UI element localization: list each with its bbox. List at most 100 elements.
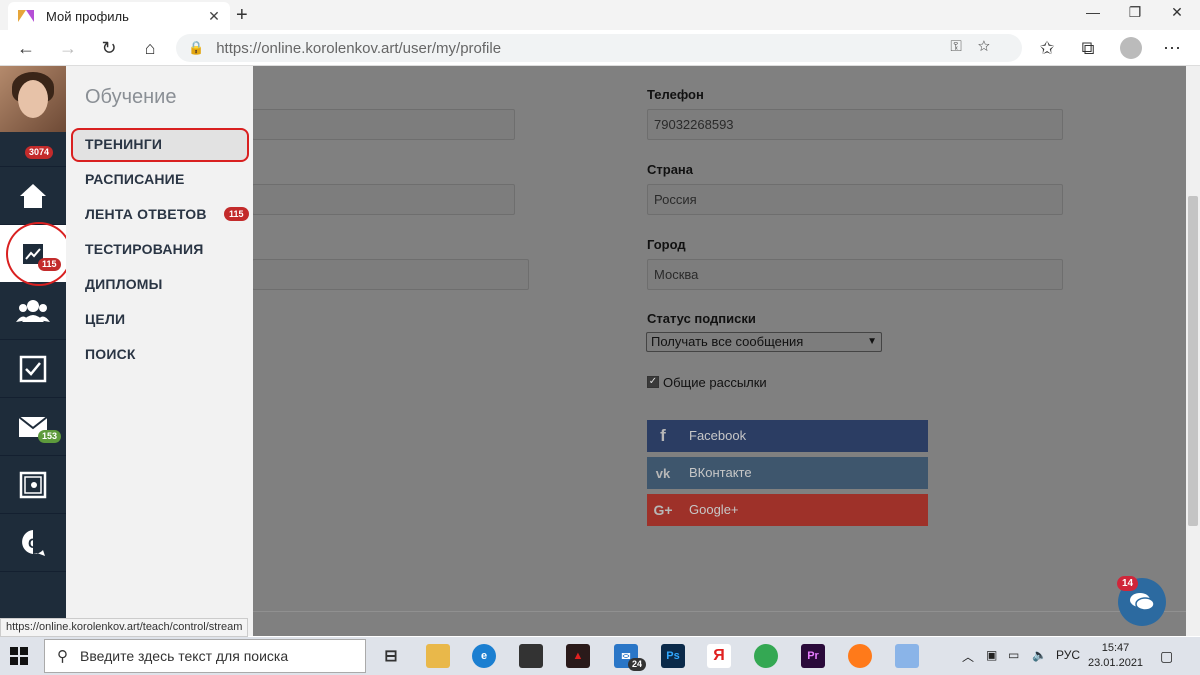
menu-item-testing[interactable]: ТЕСТИРОВАНИЯ	[85, 241, 203, 257]
reload-button[interactable]: ↻	[95, 36, 123, 60]
taskbar-search[interactable]: ⚲ Введите здесь текст для поиска	[44, 639, 366, 673]
form-field-2[interactable]	[252, 184, 515, 215]
volume-icon[interactable]: 🔈	[1032, 648, 1047, 662]
city-field[interactable]: Москва	[647, 259, 1063, 290]
game-app-icon[interactable]: ▲	[566, 644, 590, 668]
home-button[interactable]: ⌂	[136, 36, 164, 60]
home-icon	[20, 183, 46, 208]
favorite-star-icon: ☆	[977, 38, 1006, 55]
minimize-button[interactable]: —	[1070, 4, 1116, 20]
taskbar-clock[interactable]: 15:47 23.01.2021	[1088, 641, 1143, 671]
menu-item-diplomas[interactable]: ДИПЛОМЫ	[85, 276, 163, 292]
menu-item-trainings[interactable]: ТРЕНИНГИ	[85, 136, 162, 152]
back-button[interactable]: ←	[12, 36, 40, 60]
yandex-icon[interactable]: Я	[707, 644, 731, 668]
tab-title: Мой профиль	[46, 8, 129, 24]
firefox-icon[interactable]	[848, 644, 872, 668]
menu-item-answers-feed[interactable]: ЛЕНТА ОТВЕТОВ	[85, 206, 207, 222]
task-view-icon[interactable]: ⊟	[379, 644, 403, 668]
edge-icon[interactable]: e	[472, 644, 496, 668]
home-nav[interactable]	[0, 167, 66, 224]
menu-item-goals[interactable]: ЦЕЛИ	[85, 311, 125, 327]
user-avatar[interactable]	[0, 66, 66, 132]
form-field-3[interactable]	[252, 259, 529, 290]
start-button[interactable]	[10, 647, 28, 665]
browser-navbar: ← → ↻ ⌂ 🔒 https://online.korolenkov.art/…	[0, 30, 1200, 66]
tray-chevron-icon[interactable]: ︿	[962, 648, 974, 665]
page-content: Телефон 79032268593 Страна Россия Город …	[0, 66, 1186, 636]
key-icon: ⚿	[950, 38, 978, 55]
notifications-icon[interactable]: ▢	[1160, 648, 1173, 665]
phone-label: Телефон	[647, 87, 704, 102]
url-text: https://online.korolenkov.art/user/my/pr…	[216, 39, 502, 57]
support-nav[interactable]: C	[0, 514, 66, 571]
lock-icon: 🔒	[188, 40, 205, 55]
form-field-1[interactable]	[252, 109, 515, 140]
search-icon: ⚲	[57, 648, 68, 665]
icon-sidebar: 3074 115 153 C	[0, 66, 72, 636]
subscription-label: Статус подписки	[647, 311, 756, 326]
facebook-icon: f	[660, 426, 666, 445]
menu-item-schedule[interactable]: РАСПИСАНИЕ	[85, 171, 185, 187]
chat-widget-button[interactable]: 14	[1117, 576, 1166, 626]
favorites-icon[interactable]: ✩	[1033, 36, 1061, 60]
chat-c-icon: C	[22, 529, 45, 556]
submenu-heading: Обучение	[85, 86, 177, 108]
divider	[253, 611, 1186, 612]
google-plus-icon: G+	[653, 502, 673, 518]
newsletter-label: Общие рассылки	[663, 375, 767, 390]
browser-titlebar: Мой профиль ✕ + — ❐ ✕	[0, 0, 1200, 30]
store-icon[interactable]	[519, 644, 543, 668]
close-window-button[interactable]: ✕	[1154, 4, 1200, 21]
chat-badge: 14	[1117, 576, 1139, 591]
collections-icon[interactable]: ⧉	[1074, 36, 1102, 60]
page-scrollbar[interactable]	[1186, 66, 1200, 636]
address-bar[interactable]: 🔒 https://online.korolenkov.art/user/my/…	[176, 34, 1022, 62]
checkbox-icon	[19, 355, 47, 382]
battery-icon[interactable]: ▭	[1008, 648, 1019, 662]
users-nav[interactable]	[0, 282, 66, 339]
forward-button[interactable]: →	[54, 36, 82, 60]
svg-text:C: C	[28, 535, 38, 551]
status-url: https://online.korolenkov.art/teach/cont…	[0, 618, 249, 637]
tasks-nav[interactable]	[0, 340, 66, 397]
safe-nav[interactable]	[0, 456, 66, 513]
safe-icon	[19, 471, 47, 498]
windows-taskbar: ⚲ Введите здесь текст для поиска ⊟ e ▲ ✉…	[0, 637, 1200, 675]
city-label: Город	[647, 237, 686, 252]
notifications-badge: 3074	[25, 146, 54, 159]
browser-tab[interactable]: Мой профиль ✕	[8, 2, 230, 30]
close-tab-icon[interactable]: ✕	[204, 8, 224, 25]
vk-button[interactable]: vk ВКонтакте	[647, 457, 928, 489]
paint-icon[interactable]	[895, 644, 919, 668]
file-explorer-icon[interactable]	[426, 644, 450, 668]
subscription-select[interactable]: Получать все сообщения ▼	[646, 332, 882, 352]
browser-profile-avatar[interactable]	[1120, 37, 1142, 59]
restore-button[interactable]: ❐	[1112, 4, 1158, 21]
mail-nav[interactable]	[0, 398, 66, 455]
country-label: Страна	[647, 162, 694, 177]
menu-item-search[interactable]: ПОИСК	[85, 346, 136, 362]
tray-device-icon[interactable]: ▣	[986, 648, 997, 662]
users-icon	[16, 299, 50, 322]
photoshop-icon[interactable]: Ps	[661, 644, 685, 668]
facebook-button[interactable]: f Facebook	[647, 420, 928, 452]
address-bar-actions[interactable]: ⚿☆	[950, 38, 1006, 55]
mail-app-badge: 24	[628, 658, 647, 671]
answers-badge: 115	[224, 207, 249, 221]
google-button[interactable]: G+ Google+	[647, 494, 928, 526]
language-indicator[interactable]: РУС	[1056, 648, 1080, 662]
new-tab-button[interactable]: +	[236, 4, 248, 27]
chat-bubbles-icon	[1130, 593, 1155, 611]
highlight-ring	[6, 222, 72, 286]
premiere-icon[interactable]: Pr	[801, 644, 825, 668]
chrome-icon[interactable]	[754, 644, 778, 668]
chevron-down-icon: ▼	[867, 336, 877, 347]
mail-badge: 153	[38, 430, 62, 443]
training-submenu: Обучение ТРЕНИНГИ РАСПИСАНИЕ ЛЕНТА ОТВЕТ…	[66, 66, 253, 636]
vk-icon: vk	[655, 465, 671, 481]
newsletter-checkbox[interactable]: ✓	[647, 376, 659, 388]
phone-field[interactable]: 79032268593	[647, 109, 1063, 140]
more-menu-icon[interactable]: ⋯	[1158, 36, 1186, 60]
country-field[interactable]: Россия	[647, 184, 1063, 215]
